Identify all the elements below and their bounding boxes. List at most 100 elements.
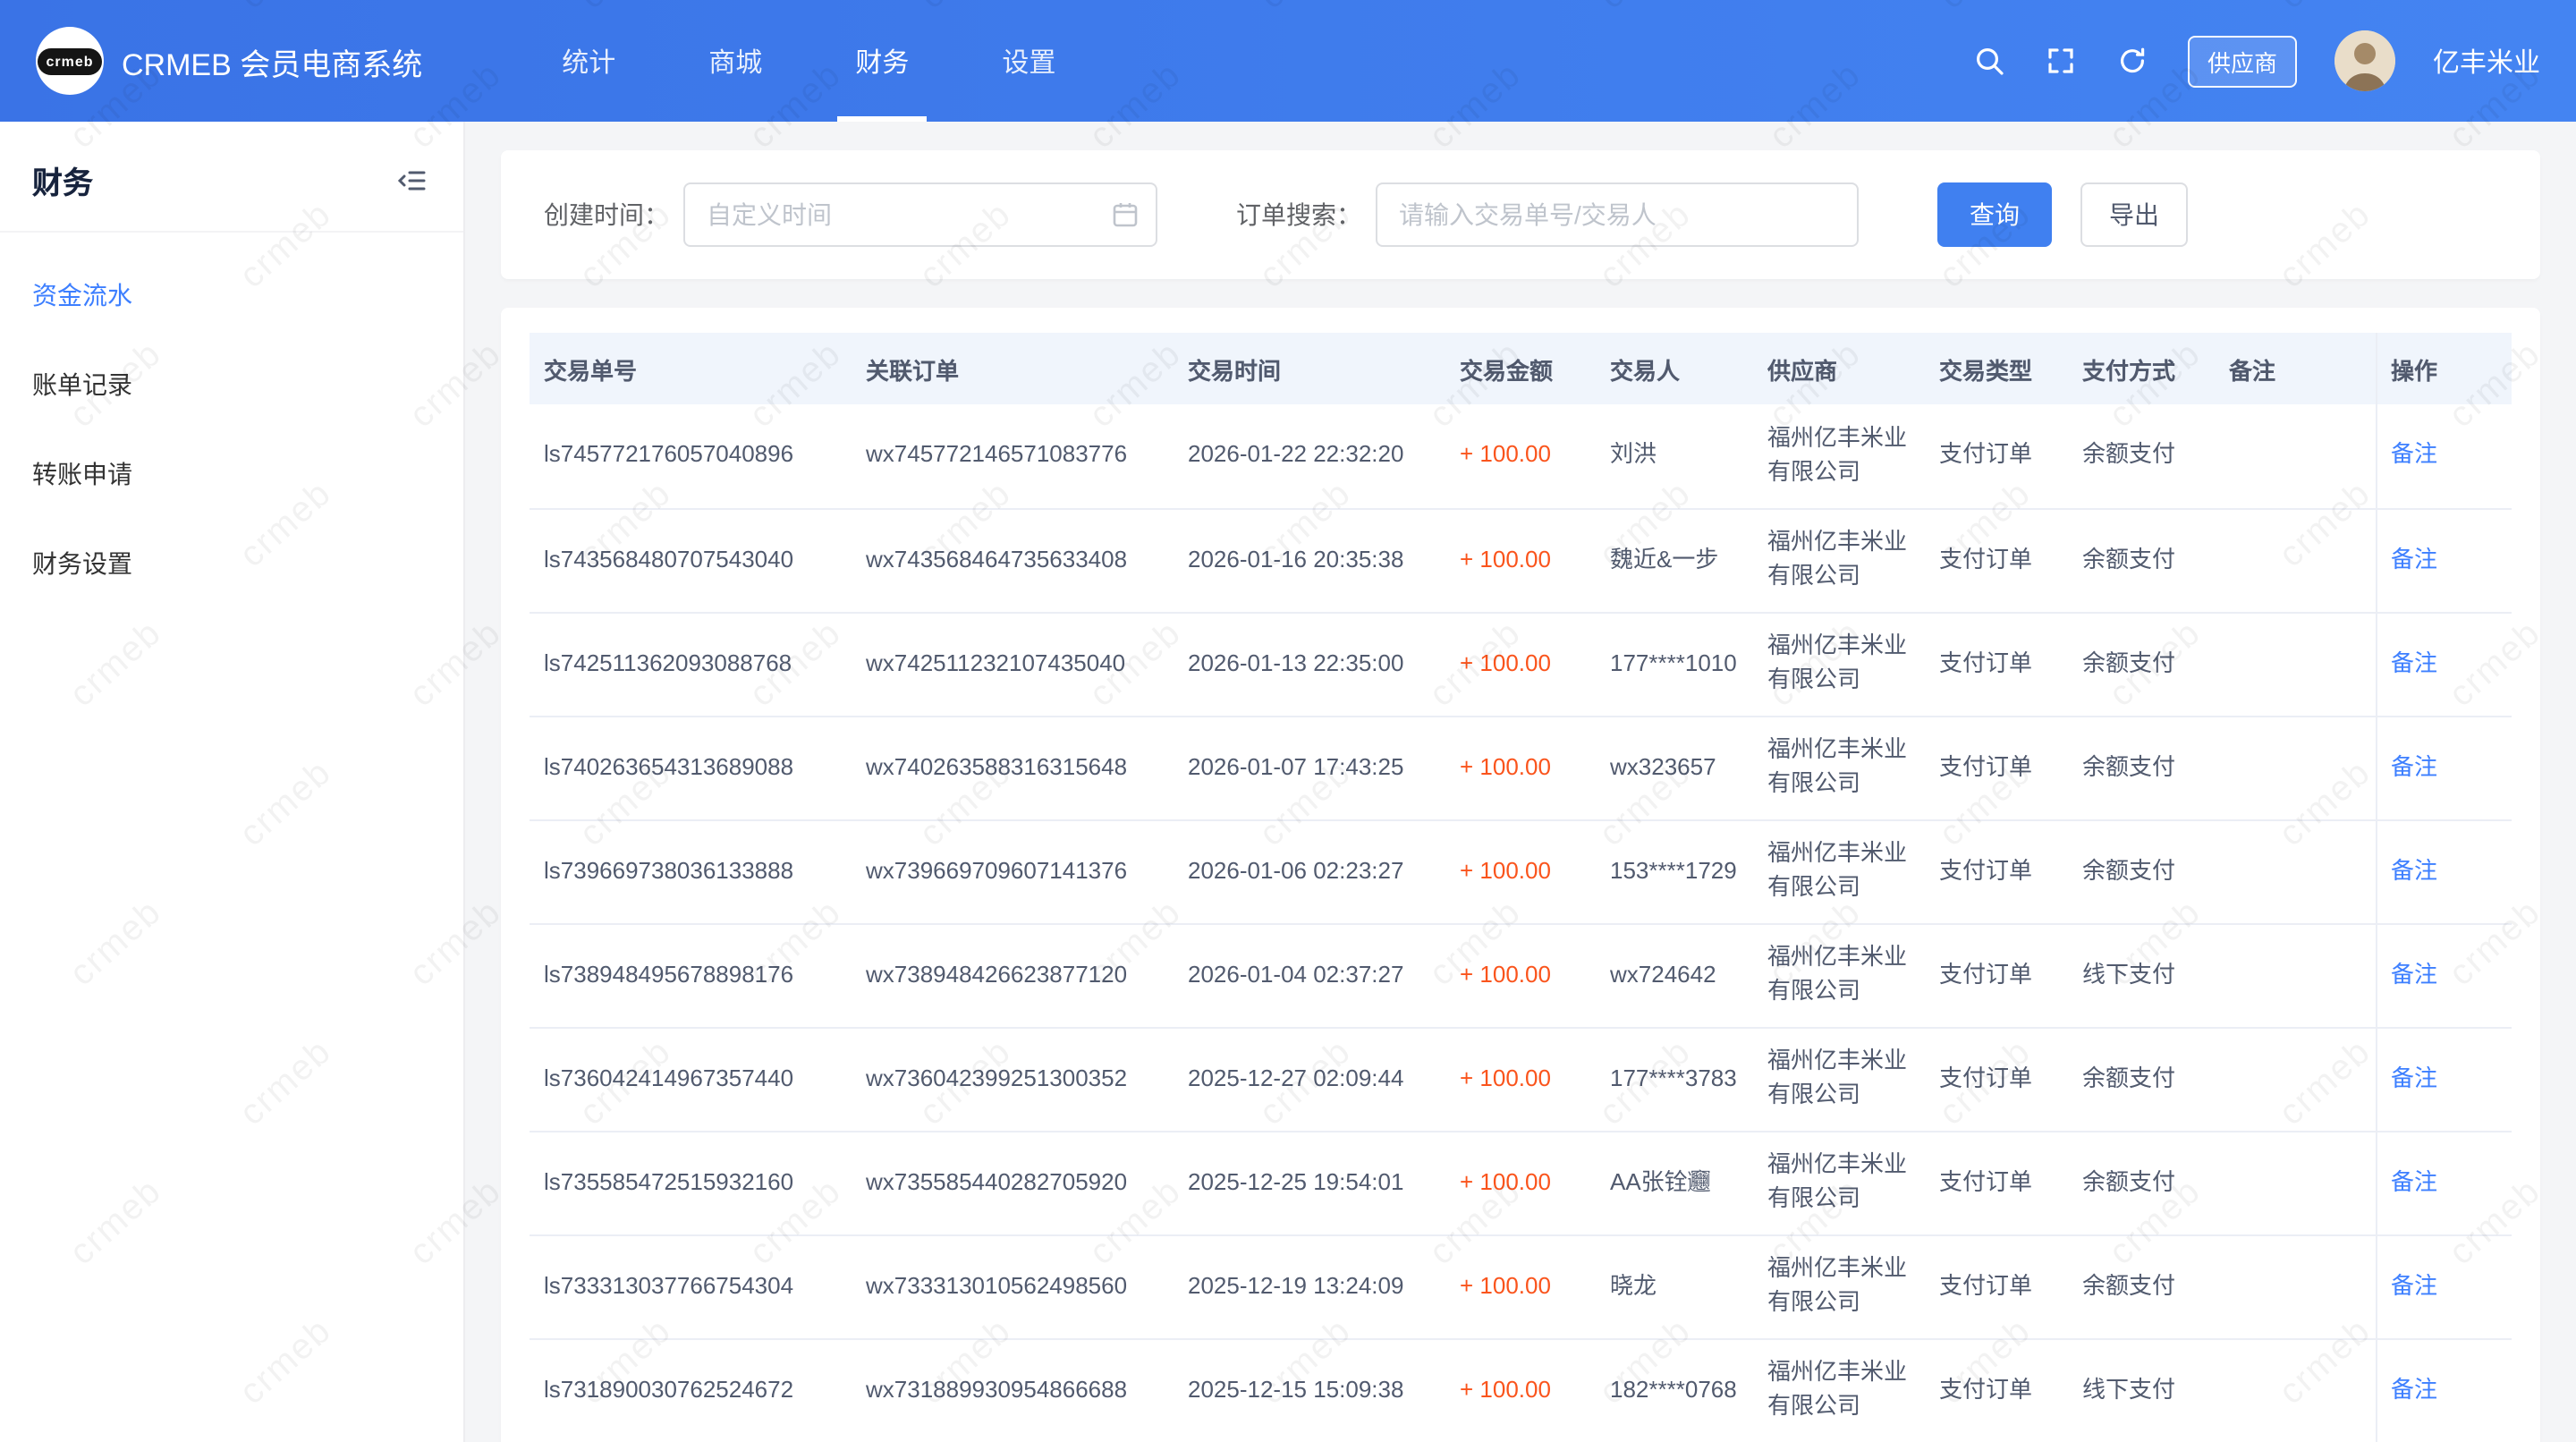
table-row: ls733313037766754304wx733313010562498560…: [530, 1234, 2512, 1338]
transactions-table: 交易单号 关联订单 交易时间 交易金额 交易人 供应商 交易类型 支付方式 备注…: [530, 333, 2512, 1442]
sidebar-title: 财务: [32, 157, 93, 202]
sidebar-item-capital-flow[interactable]: 资金流水: [0, 250, 463, 340]
current-user-name[interactable]: 亿丰米业: [2433, 42, 2540, 80]
cell-supplier: 福州亿丰米业有限公司: [1753, 1027, 1925, 1131]
navbar-right: 供应商 亿丰米业: [1973, 30, 2540, 91]
cell-action: 备注: [2376, 1027, 2512, 1131]
cell-amount: + 100.00: [1445, 404, 1596, 508]
cell-time: 2026-01-13 22:35:00: [1174, 612, 1445, 716]
refresh-icon[interactable]: [2116, 44, 2150, 78]
remark-link[interactable]: 备注: [2391, 649, 2437, 675]
table-header: 交易单号 关联订单 交易时间 交易金额 交易人 供应商 交易类型 支付方式 备注…: [530, 333, 2512, 404]
cell-no: ls733313037766754304: [530, 1234, 852, 1338]
cell-order: wx733313010562498560: [852, 1234, 1174, 1338]
user-avatar[interactable]: [2334, 30, 2395, 91]
top-nav-menu: 统计 商城 财务 设置: [515, 0, 1102, 122]
nav-item-label: 财务: [855, 42, 909, 80]
column-header-related-order: 关联订单: [852, 333, 1174, 404]
cell-remark: [2215, 508, 2376, 612]
cell-type: 支付订单: [1925, 508, 2068, 612]
remark-link[interactable]: 备注: [2391, 441, 2437, 468]
nav-item-settings[interactable]: 设置: [955, 0, 1102, 122]
query-button[interactable]: 查询: [1937, 182, 2052, 247]
cell-trader: 刘洪: [1596, 404, 1753, 508]
remark-link[interactable]: 备注: [2391, 1167, 2437, 1194]
remark-link[interactable]: 备注: [2391, 856, 2437, 883]
sidebar-item-label: 账单记录: [32, 370, 132, 399]
table-row: ls745772176057040896wx745772146571083776…: [530, 404, 2512, 508]
cell-action: 备注: [2376, 1338, 2512, 1442]
cell-trader: 177****1010: [1596, 612, 1753, 716]
cell-type: 支付订单: [1925, 612, 2068, 716]
remark-link[interactable]: 备注: [2391, 1271, 2437, 1298]
remark-link[interactable]: 备注: [2391, 545, 2437, 572]
cell-remark: [2215, 1131, 2376, 1234]
page-layout: 财务 资金流水 账单记录 转账申请 财务设置 创建时间：: [0, 122, 2576, 1442]
table-row: ls735585472515932160wx735585440282705920…: [530, 1131, 2512, 1234]
cell-order: wx743568464735633408: [852, 508, 1174, 612]
sidebar-menu: 资金流水 账单记录 转账申请 财务设置: [0, 233, 463, 608]
cell-supplier: 福州亿丰米业有限公司: [1753, 1234, 1925, 1338]
cell-trader: 182****0768: [1596, 1338, 1753, 1442]
cell-amount: + 100.00: [1445, 1234, 1596, 1338]
cell-amount: + 100.00: [1445, 1131, 1596, 1234]
remark-link[interactable]: 备注: [2391, 960, 2437, 987]
date-range-wrap: [683, 182, 1157, 247]
collapse-menu-icon[interactable]: [395, 164, 428, 196]
sidebar-item-bill-records[interactable]: 账单记录: [0, 340, 463, 429]
column-header-action: 操作: [2376, 333, 2512, 404]
cell-pay: 余额支付: [2068, 716, 2215, 819]
cell-pay: 余额支付: [2068, 612, 2215, 716]
cell-amount: + 100.00: [1445, 1338, 1596, 1442]
cell-trader: 晓龙: [1596, 1234, 1753, 1338]
app-logo: crmeb: [36, 27, 104, 95]
nav-item-statistics[interactable]: 统计: [515, 0, 662, 122]
logo-text: crmeb: [37, 47, 102, 74]
nav-item-mall[interactable]: 商城: [662, 0, 809, 122]
cell-trader: AA张铨𰻝: [1596, 1131, 1753, 1234]
cell-type: 支付订单: [1925, 1338, 2068, 1442]
export-button[interactable]: 导出: [2080, 182, 2188, 247]
cell-supplier: 福州亿丰米业有限公司: [1753, 1131, 1925, 1234]
table-row: ls742511362093088768wx742511232107435040…: [530, 612, 2512, 716]
remark-link[interactable]: 备注: [2391, 1064, 2437, 1090]
cell-remark: [2215, 612, 2376, 716]
cell-trader: wx323657: [1596, 716, 1753, 819]
date-range-input[interactable]: [683, 182, 1157, 247]
nav-item-finance[interactable]: 财务: [809, 0, 955, 122]
order-search-input[interactable]: [1376, 182, 1859, 247]
remark-link[interactable]: 备注: [2391, 1375, 2437, 1402]
cell-no: ls731890030762524672: [530, 1338, 852, 1442]
cell-order: wx745772146571083776: [852, 404, 1174, 508]
fullscreen-icon[interactable]: [2045, 44, 2079, 78]
cell-trader: 153****1729: [1596, 819, 1753, 923]
table-row: ls740263654313689088wx740263588316315648…: [530, 716, 2512, 819]
order-search-wrap: [1376, 182, 1859, 247]
sidebar-item-label: 资金流水: [32, 281, 132, 310]
table-row: ls743568480707543040wx743568464735633408…: [530, 508, 2512, 612]
cell-time: 2026-01-16 20:35:38: [1174, 508, 1445, 612]
cell-supplier: 福州亿丰米业有限公司: [1753, 716, 1925, 819]
cell-pay: 余额支付: [2068, 1234, 2215, 1338]
search-icon[interactable]: [1973, 44, 2007, 78]
sidebar-item-transfer-request[interactable]: 转账申请: [0, 429, 463, 519]
cell-pay: 线下支付: [2068, 923, 2215, 1027]
cell-trader: 魏近&一步: [1596, 508, 1753, 612]
cell-order: wx736042399251300352: [852, 1027, 1174, 1131]
cell-pay: 余额支付: [2068, 508, 2215, 612]
cell-type: 支付订单: [1925, 404, 2068, 508]
cell-remark: [2215, 1234, 2376, 1338]
table-row: ls738948495678898176wx738948426623877120…: [530, 923, 2512, 1027]
transactions-table-card: 交易单号 关联订单 交易时间 交易金额 交易人 供应商 交易类型 支付方式 备注…: [501, 308, 2540, 1442]
cell-time: 2025-12-15 15:09:38: [1174, 1338, 1445, 1442]
cell-trader: wx724642: [1596, 923, 1753, 1027]
cell-remark: [2215, 923, 2376, 1027]
remark-link[interactable]: 备注: [2391, 752, 2437, 779]
app-title: CRMEB 会员电商系统: [122, 38, 422, 83]
cell-type: 支付订单: [1925, 819, 2068, 923]
sidebar-item-finance-settings[interactable]: 财务设置: [0, 519, 463, 608]
cell-time: 2026-01-22 22:32:20: [1174, 404, 1445, 508]
cell-type: 支付订单: [1925, 716, 2068, 819]
cell-pay: 余额支付: [2068, 404, 2215, 508]
order-search-label: 订单搜索：: [1236, 197, 1361, 233]
